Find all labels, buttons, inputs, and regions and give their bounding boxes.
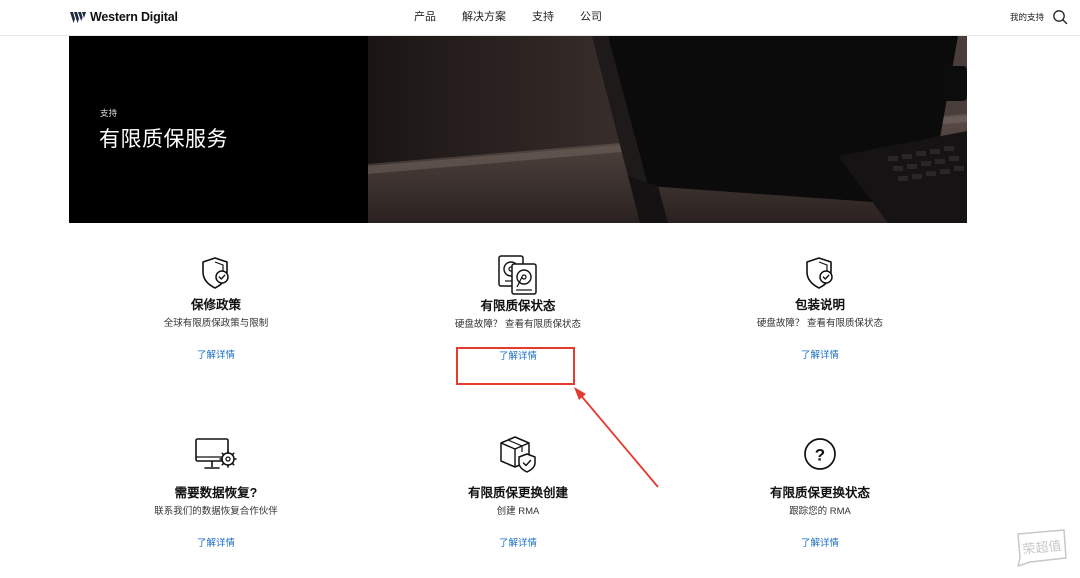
card-replacement-create: 有限质保更换创建 创建 RMA 了解详情 — [408, 434, 628, 551]
watermark-logo: 荣超值 — [1017, 529, 1067, 567]
hero-eyebrow: 支持 — [100, 108, 118, 118]
shield-check-icon — [806, 257, 833, 289]
card-description: 创建 RMA — [496, 506, 540, 517]
card-title: 有限质保更换状态 — [769, 486, 870, 500]
learn-more-link[interactable]: 了解详情 — [499, 535, 537, 549]
card-warranty-policy: 保修政策 全球有限质保政策与限制 了解详情 — [106, 255, 326, 363]
card-title: 保修政策 — [190, 298, 241, 312]
wd-logo-mark-icon — [70, 11, 86, 23]
card-title: 包装说明 — [794, 298, 845, 312]
card-description: 跟踪您的 RMA — [789, 506, 851, 517]
monitor-gear-icon — [195, 438, 237, 469]
western-digital-logo[interactable]: Western Digital — [70, 10, 178, 24]
card-replacement-status: ? 有限质保更换状态 跟踪您的 RMA 了解详情 — [710, 436, 930, 551]
hard-drives-icon — [498, 255, 537, 295]
card-title: 需要数据恢复? — [174, 486, 258, 500]
card-description: 联系我们的数据恢复合作伙伴 — [154, 506, 278, 517]
highlight-annotation-box — [456, 347, 575, 385]
question-circle-icon: ? — [804, 438, 836, 470]
nav-item-company[interactable]: 公司 — [580, 10, 602, 25]
learn-more-link[interactable]: 了解详情 — [801, 535, 839, 549]
card-title: 有限质保更换创建 — [467, 486, 568, 500]
hero-banner: 支持 有限质保服务 — [69, 36, 967, 223]
watermark-text: 荣超值 — [1022, 538, 1062, 558]
search-icon[interactable] — [1052, 9, 1068, 25]
svg-text:?: ? — [815, 446, 825, 465]
nav-item-support[interactable]: 支持 — [532, 10, 554, 25]
card-description: 硬盘故障？ 查看有限质保状态 — [454, 319, 582, 330]
card-description: 全球有限质保政策与限制 — [163, 318, 269, 329]
box-shield-icon — [500, 436, 536, 473]
shield-check-icon — [202, 257, 229, 289]
learn-more-link[interactable]: 了解详情 — [197, 535, 235, 549]
my-support-link[interactable]: 我的支持 — [1010, 11, 1044, 23]
top-header: Western Digital 产品 解决方案 支持 公司 我的支持 — [0, 0, 1080, 36]
card-data-recovery: 需要数据恢复? 联系我们的数据恢复合作伙伴 了解详情 — [106, 436, 326, 551]
nav-item-products[interactable]: 产品 — [414, 10, 436, 25]
header-tools: 我的支持 — [1010, 9, 1068, 25]
learn-more-link[interactable]: 了解详情 — [801, 347, 839, 361]
page-title: 有限质保服务 — [99, 128, 228, 151]
learn-more-link[interactable]: 了解详情 — [197, 347, 235, 361]
card-packaging-instructions: 包装说明 硬盘故障？ 查看有限质保状态 了解详情 — [710, 255, 930, 363]
card-title: 有限质保状态 — [480, 299, 556, 313]
main-nav: 产品 解决方案 支持 公司 — [414, 10, 602, 25]
nav-item-solutions[interactable]: 解决方案 — [462, 10, 506, 25]
hero-laptop-image — [368, 36, 967, 223]
card-description: 硬盘故障？ 查看有限质保状态 — [756, 318, 884, 329]
logo-text: Western Digital — [90, 10, 178, 24]
